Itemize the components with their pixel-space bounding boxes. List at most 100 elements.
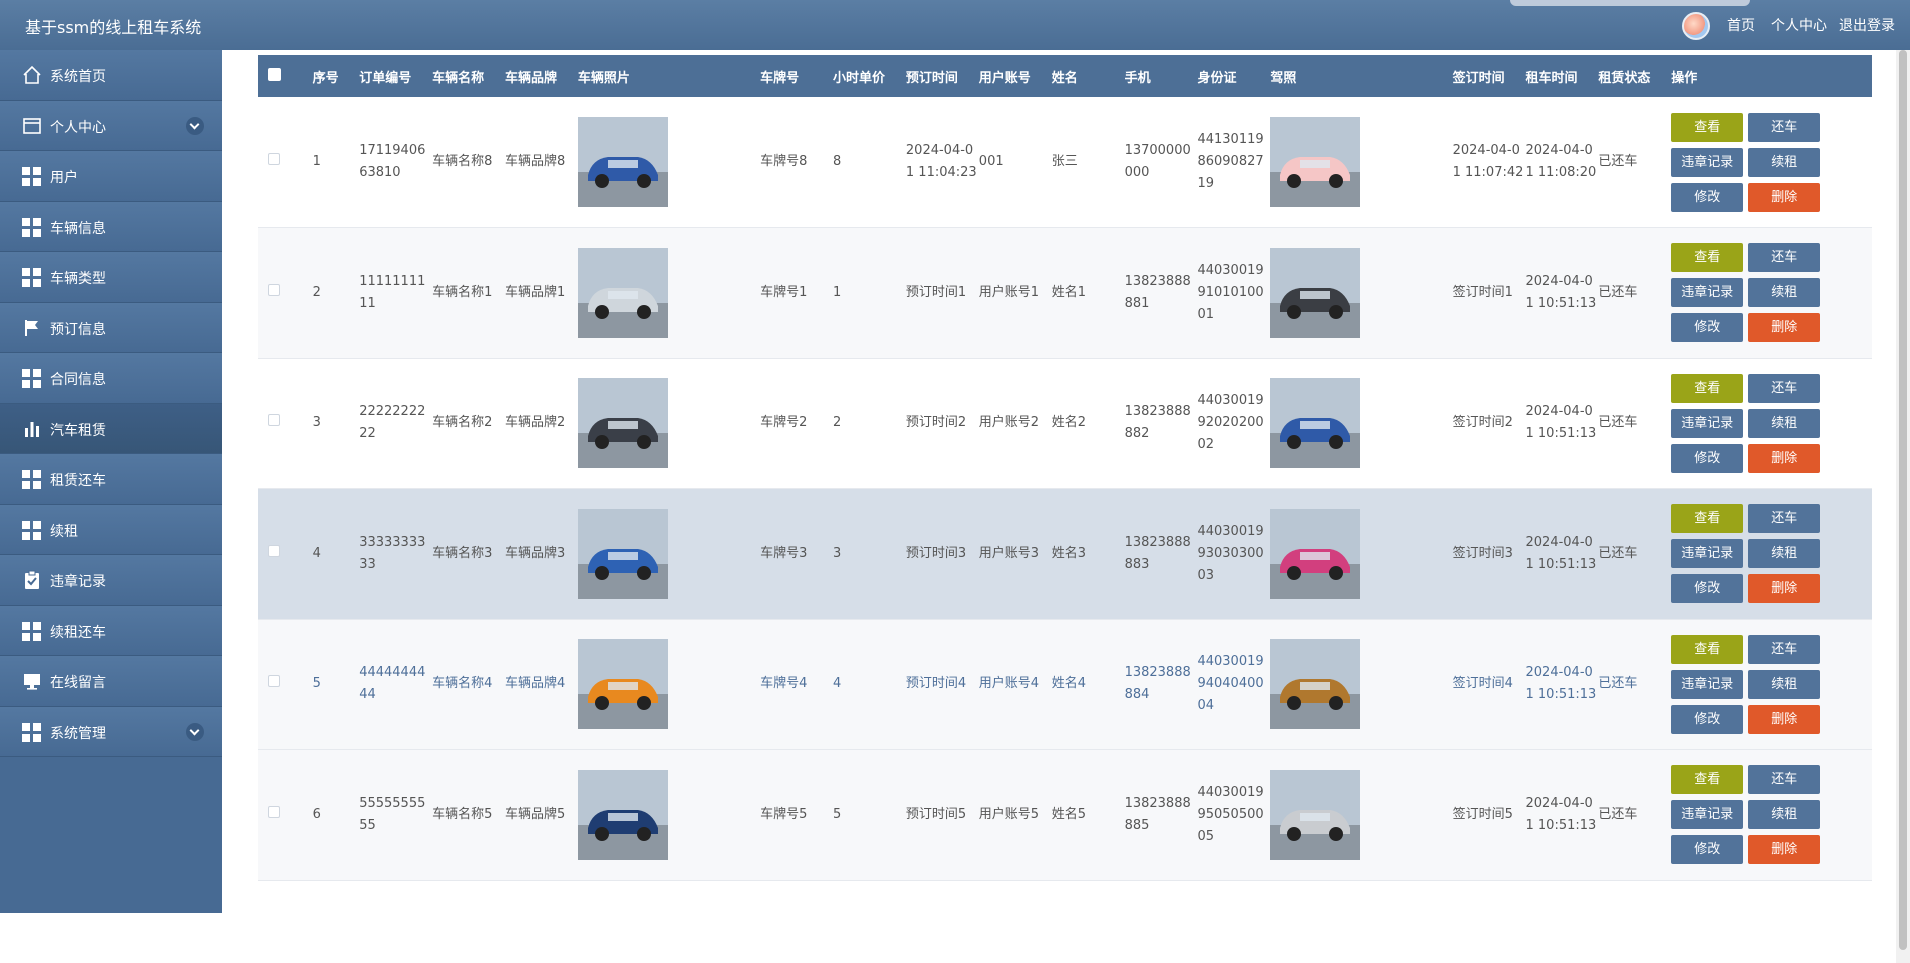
sidebar-item[interactable]: 租赁还车 [0, 454, 222, 505]
table-row[interactable]: 4 3333333333 车辆名称3 车辆品牌3 车牌号3 3 预订时间3 用户账号3 姓名3 1… [258, 488, 1872, 619]
sidebar-item[interactable]: 系统管理 [0, 706, 222, 757]
delete-button[interactable]: 删除 [1748, 835, 1821, 865]
delete-button[interactable]: 删除 [1748, 443, 1821, 473]
search-input[interactable] [1510, 0, 1750, 6]
renew-button[interactable]: 续租 [1748, 408, 1821, 438]
sidebar-item[interactable]: 车辆信息 [0, 201, 222, 252]
sidebar-item[interactable]: 在线留言 [0, 656, 222, 707]
clipboard-check-icon [22, 570, 42, 590]
sidebar-item-label: 租赁还车 [50, 473, 106, 489]
row-checkbox[interactable] [268, 153, 280, 165]
sidebar-item[interactable]: 车辆类型 [0, 252, 222, 303]
row-checkbox[interactable] [268, 414, 280, 427]
renew-button[interactable]: 续租 [1748, 147, 1821, 177]
renew-button[interactable]: 续租 [1748, 278, 1821, 308]
nav-profile-link[interactable]: 个人中心 [1771, 15, 1827, 35]
cell-brand: 车辆品牌4 [504, 676, 566, 692]
cell-phone: 13823888885 [1124, 795, 1191, 833]
cell-name: 车辆名称3 [432, 545, 493, 561]
license-photo [1270, 117, 1361, 207]
app-title: 基于ssm的线上租车系统 [25, 18, 202, 37]
table-row[interactable]: 5 4444444444 车辆名称4 车辆品牌4 车牌号4 4 预订时间4 用户账号4 姓名4 1… [258, 619, 1872, 750]
edit-button[interactable]: 修改 [1671, 313, 1744, 343]
cell-status: 已还车 [1598, 284, 1638, 300]
violation-record-button[interactable]: 违章记录 [1671, 408, 1744, 438]
view-button[interactable]: 查看 [1671, 634, 1744, 664]
return-car-button[interactable]: 还车 [1748, 373, 1821, 403]
nav-home-link[interactable]: 首页 [1727, 15, 1755, 35]
sidebar-item[interactable]: 续租还车 [0, 605, 222, 656]
cell-name: 车辆名称8 [432, 154, 493, 169]
renew-button[interactable]: 续租 [1748, 539, 1821, 569]
cell-status: 已还车 [1598, 415, 1638, 431]
vehicle-photo [577, 508, 668, 599]
cell-price: 8 [833, 154, 842, 169]
sidebar-item[interactable]: 系统首页 [0, 50, 222, 101]
col-header: 租赁状态 [1598, 70, 1651, 86]
view-button[interactable]: 查看 [1671, 112, 1744, 142]
vehicle-photo [577, 117, 668, 207]
return-car-button[interactable]: 还车 [1748, 634, 1821, 664]
sidebar-item[interactable]: 合同信息 [0, 353, 222, 404]
col-header: 序号 [312, 70, 339, 86]
return-car-button[interactable]: 还车 [1748, 112, 1821, 142]
sidebar-item[interactable]: 续租 [0, 504, 222, 555]
cell-name: 车辆名称5 [432, 806, 493, 822]
violation-record-button[interactable]: 违章记录 [1671, 278, 1744, 308]
sidebar-item-label: 用户 [50, 170, 78, 186]
edit-button[interactable]: 修改 [1671, 443, 1744, 473]
delete-button[interactable]: 删除 [1748, 574, 1821, 604]
return-car-button[interactable]: 还车 [1748, 504, 1821, 534]
sidebar-item[interactable]: 用户 [0, 151, 222, 202]
chevron-down-icon[interactable] [186, 722, 204, 741]
edit-button[interactable]: 修改 [1671, 182, 1744, 212]
cell-order: 2222222222 [359, 404, 426, 442]
nav-logout-link[interactable]: 退出登录 [1839, 15, 1895, 35]
view-button[interactable]: 查看 [1671, 243, 1744, 273]
row-checkbox[interactable] [268, 675, 280, 688]
edit-button[interactable]: 修改 [1671, 704, 1744, 734]
cell-rent-time: 2024-04-01 10:51:13 [1525, 665, 1597, 703]
table-row[interactable]: 3 2222222222 车辆名称2 车辆品牌2 车牌号2 2 预订时间2 用户账号2 姓名2 1… [258, 358, 1872, 489]
row-checkbox[interactable] [268, 544, 280, 557]
sidebar-item[interactable]: 汽车租赁 [0, 403, 222, 454]
violation-record-button[interactable]: 违章记录 [1671, 669, 1744, 699]
col-header: 用户账号 [978, 70, 1031, 86]
sidebar-item[interactable]: 违章记录 [0, 555, 222, 606]
return-car-button[interactable]: 还车 [1748, 765, 1821, 795]
view-button[interactable]: 查看 [1671, 765, 1744, 795]
cell-plate: 车牌号2 [760, 415, 808, 431]
violation-record-button[interactable]: 违章记录 [1671, 147, 1744, 177]
renew-button[interactable]: 续租 [1748, 800, 1821, 830]
edit-button[interactable]: 修改 [1671, 574, 1744, 604]
avatar[interactable] [1682, 12, 1710, 40]
sidebar-item[interactable]: 预订信息 [0, 302, 222, 353]
col-header: 车辆照片 [577, 70, 630, 86]
cell-id-card: 440300199303030003 [1197, 523, 1264, 583]
view-button[interactable]: 查看 [1671, 504, 1744, 534]
renew-button[interactable]: 续租 [1748, 669, 1821, 699]
col-header: 车牌号 [760, 70, 800, 86]
delete-button[interactable]: 删除 [1748, 313, 1821, 343]
grid-icon [22, 166, 42, 186]
violation-record-button[interactable]: 违章记录 [1671, 539, 1744, 569]
violation-record-button[interactable]: 违章记录 [1671, 800, 1744, 830]
view-button[interactable]: 查看 [1671, 373, 1744, 403]
table-row[interactable]: 6 5555555555 车辆名称5 车辆品牌5 车牌号5 5 预订时间5 用户账号5 姓名5 1… [258, 749, 1872, 880]
sidebar-item-label: 合同信息 [50, 372, 106, 388]
edit-button[interactable]: 修改 [1671, 835, 1744, 865]
row-checkbox[interactable] [268, 805, 280, 818]
table-row[interactable]: 2 1111111111 车辆名称1 车辆品牌1 车牌号1 1 预订时间1 用户账号1 姓名1 1… [258, 227, 1872, 358]
row-checkbox[interactable] [268, 283, 280, 296]
cell-book-time: 预订时间4 [905, 676, 967, 692]
return-car-button[interactable]: 还车 [1748, 243, 1821, 273]
chevron-down-icon[interactable] [186, 116, 204, 135]
sidebar-item[interactable]: 个人中心 [0, 100, 222, 151]
select-all-checkbox[interactable] [268, 67, 281, 81]
table-row[interactable]: 1 1711940663810 车辆名称8 车辆品牌8 车牌号8 8 2024-04-01 … [258, 97, 1872, 228]
col-header: 预订时间 [905, 70, 958, 86]
home-icon [22, 65, 42, 85]
vertical-scrollbar[interactable] [1896, 50, 1910, 963]
delete-button[interactable]: 删除 [1748, 704, 1821, 734]
delete-button[interactable]: 删除 [1748, 182, 1821, 212]
